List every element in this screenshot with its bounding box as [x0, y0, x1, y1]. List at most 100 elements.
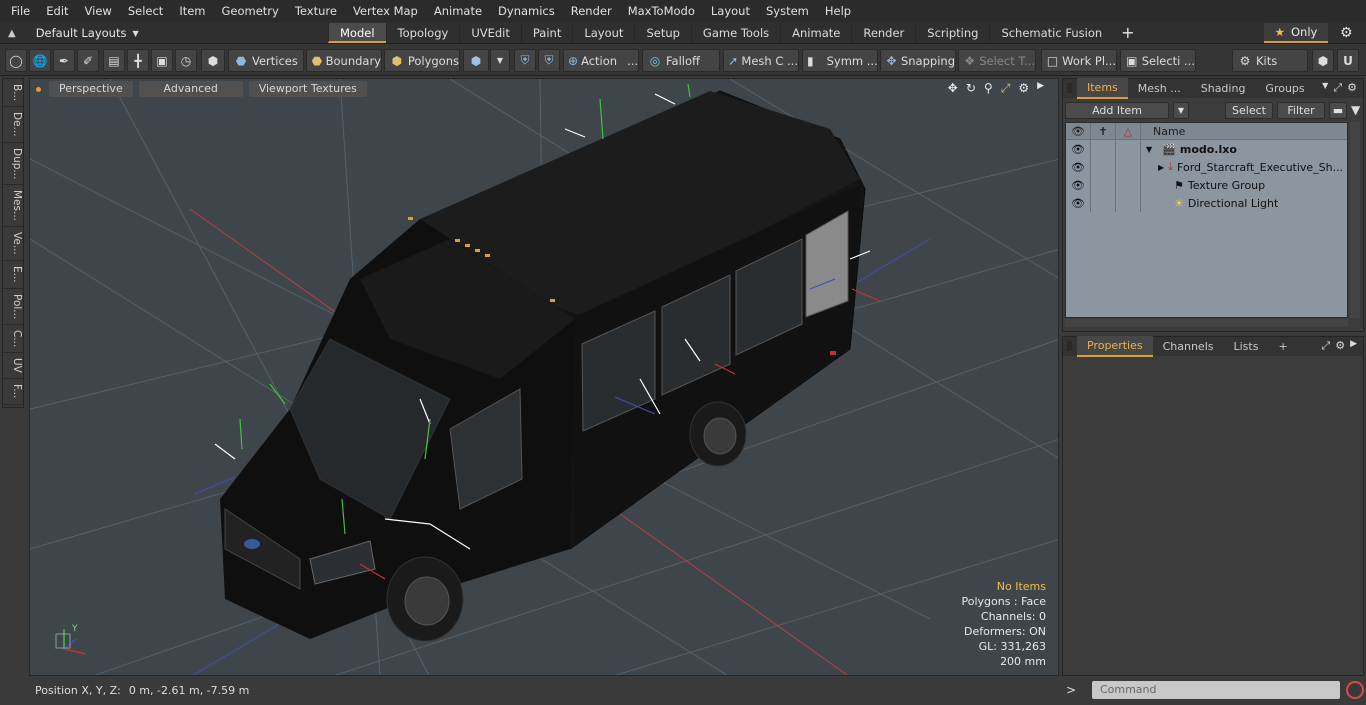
symmetry-shield-button[interactable]: ⛨ [514, 49, 536, 72]
tree-item-mesh[interactable]: ▶ ⤓ Ford_Starcraft_Executive_Sh... [1158, 160, 1343, 174]
tab-game-tools[interactable]: Game Tools [690, 23, 780, 43]
panel-expand-icon[interactable]: ▶ [1350, 339, 1357, 353]
viewport-menu-dot[interactable] [36, 86, 41, 92]
select-through-button[interactable]: ❖ Select T... [958, 49, 1036, 72]
menu-select[interactable]: Select [120, 0, 171, 22]
tab-setup[interactable]: Setup [634, 23, 690, 43]
filter-button[interactable]: Filter [1277, 101, 1325, 119]
add-item-dropdown[interactable]: ▼ [1173, 101, 1189, 119]
tree-item-directional-light[interactable]: ☀ Directional Light [1174, 197, 1278, 210]
lock-column-icon[interactable]: ✝ [1091, 123, 1116, 140]
left-tab-fusion[interactable]: F... [3, 379, 23, 405]
tab-shading[interactable]: Shading [1191, 79, 1256, 98]
add-item-button[interactable]: Add Item [1065, 101, 1169, 119]
tab-uvedit[interactable]: UVEdit [459, 23, 521, 43]
viewport-gear-icon[interactable]: ⚙ [1018, 81, 1029, 96]
polygons-button[interactable]: ⬢ Polygons [384, 49, 460, 72]
material-dropdown[interactable]: ▼ [490, 49, 510, 72]
eye-icon[interactable]: 👁 [1066, 158, 1091, 176]
unreal-button[interactable]: U [1337, 49, 1359, 72]
viewport-expand-icon[interactable]: ▶ [1037, 81, 1044, 96]
gear-icon[interactable]: ⚙ [1340, 25, 1353, 41]
collapse-icon[interactable]: ▬ [1329, 101, 1347, 119]
tab-model[interactable]: Model [328, 23, 386, 43]
chevron-down-icon[interactable]: ▼ [1322, 81, 1328, 95]
menu-dynamics[interactable]: Dynamics [490, 0, 563, 22]
3d-viewport[interactable]: Y Perspective Advanced Viewport Textures… [29, 78, 1059, 676]
advanced-shading-button[interactable]: Advanced [138, 81, 243, 97]
default-layouts-dropdown[interactable]: ▲ Default Layouts ▼ [8, 22, 139, 44]
panel-grip[interactable] [1067, 341, 1072, 351]
left-tab-polygon[interactable]: Pol... [3, 289, 23, 326]
expand-triangle-icon[interactable]: ▶ [1158, 163, 1164, 172]
visibility-column-eye-icon[interactable]: 👁 [1066, 123, 1091, 140]
vertices-button[interactable]: ⬣ Vertices [228, 49, 304, 72]
tab-render[interactable]: Render [851, 23, 915, 43]
left-tab-deform[interactable]: De... [3, 107, 23, 143]
tree-row[interactable]: 👁 ▼ 🎬 modo.lxo [1066, 140, 1347, 158]
only-toggle[interactable]: ★ Only [1264, 23, 1328, 43]
tree-row[interactable]: 👁 ☀ Directional Light [1066, 194, 1347, 212]
tree-item-texture-group[interactable]: ⚑ Texture Group [1174, 179, 1265, 192]
perspective-button[interactable]: Perspective [49, 81, 133, 97]
selection-sets-button[interactable]: ▣ Selecti ... [1120, 49, 1196, 72]
move-view-icon[interactable]: ✥ [948, 81, 958, 96]
globe-button[interactable]: 🌐 [29, 49, 51, 72]
menu-layout[interactable]: Layout [703, 0, 758, 22]
work-plane-button[interactable]: □ Work Pl... [1041, 49, 1117, 72]
menu-vertex-map[interactable]: Vertex Map [345, 0, 426, 22]
eye-icon[interactable]: 👁 [1066, 140, 1091, 158]
select-button[interactable]: Select [1225, 101, 1273, 119]
menu-item[interactable]: Item [171, 0, 213, 22]
tab-layout[interactable]: Layout [572, 23, 634, 43]
panel-gear-icon[interactable]: ⚙ [1335, 339, 1345, 353]
brush-button[interactable]: ✐ [77, 49, 99, 72]
shield-alt-button[interactable]: ⛨ [538, 49, 560, 72]
menu-animate[interactable]: Animate [426, 0, 490, 22]
select-circle-button[interactable]: ◯ [5, 49, 27, 72]
tree-vertical-scrollbar[interactable] [1350, 122, 1360, 318]
pen-button[interactable]: ✒ [53, 49, 75, 72]
tab-schematic-fusion[interactable]: Schematic Fusion [989, 23, 1113, 43]
tree-item-scene[interactable]: ▼ 🎬 modo.lxo [1146, 143, 1237, 156]
menu-view[interactable]: View [77, 0, 120, 22]
rotate-view-icon[interactable]: ↻ [966, 81, 976, 96]
viewport-textures-button[interactable]: Viewport Textures [248, 81, 367, 97]
left-tab-curve[interactable]: C... [3, 325, 23, 354]
align-button[interactable]: ▤ [103, 49, 125, 72]
gauge-button[interactable]: ◷ [175, 49, 197, 72]
tab-lists[interactable]: Lists [1224, 337, 1269, 356]
eye-icon[interactable]: 👁 [1066, 194, 1091, 212]
zoom-view-icon[interactable]: ⚲ [984, 81, 993, 96]
action-center-button[interactable]: ⊕ Action... [563, 49, 639, 72]
eye-icon[interactable]: 👁 [1066, 176, 1091, 194]
boundary-button[interactable]: ⬣ Boundary [306, 49, 382, 72]
center-button[interactable]: ╋ [127, 49, 149, 72]
tab-topology[interactable]: Topology [385, 23, 460, 43]
mesh-constraint-button[interactable]: ➚ Mesh C ... [723, 49, 799, 72]
maximize-icon[interactable]: ⤢ [1321, 339, 1330, 353]
tree-row[interactable]: 👁 ⚑ Texture Group [1066, 176, 1347, 194]
kits-button[interactable]: ⚙ Kits [1232, 49, 1308, 72]
fit-view-icon[interactable]: ⤢ [1001, 81, 1011, 96]
tab-animate[interactable]: Animate [780, 23, 851, 43]
tab-properties[interactable]: Properties [1077, 336, 1153, 357]
left-tab-basic[interactable]: B... [3, 79, 23, 108]
left-tab-duplicate[interactable]: Dup... [3, 143, 23, 186]
menu-file[interactable]: File [0, 0, 38, 22]
tab-channels[interactable]: Channels [1153, 337, 1224, 356]
item-mode-button[interactable]: ⬢ [201, 49, 225, 72]
maximize-icon[interactable]: ⤢ [1333, 81, 1342, 95]
record-macro-icon[interactable] [1346, 681, 1364, 699]
unity-button[interactable]: ⬢ [1312, 49, 1334, 72]
tree-horizontal-scrollbar[interactable] [1065, 319, 1348, 327]
tab-groups[interactable]: Groups [1255, 79, 1314, 98]
left-tab-vertex[interactable]: Ve... [3, 227, 23, 262]
frame-button[interactable]: ▣ [151, 49, 173, 72]
menu-geometry[interactable]: Geometry [214, 0, 287, 22]
type-column-icon[interactable]: △ [1116, 123, 1141, 140]
name-column-header[interactable]: Name [1153, 125, 1185, 138]
menu-render[interactable]: Render [563, 0, 620, 22]
panel-grip[interactable] [1067, 83, 1072, 93]
falloff-button[interactable]: ◎ Falloff [642, 49, 720, 72]
